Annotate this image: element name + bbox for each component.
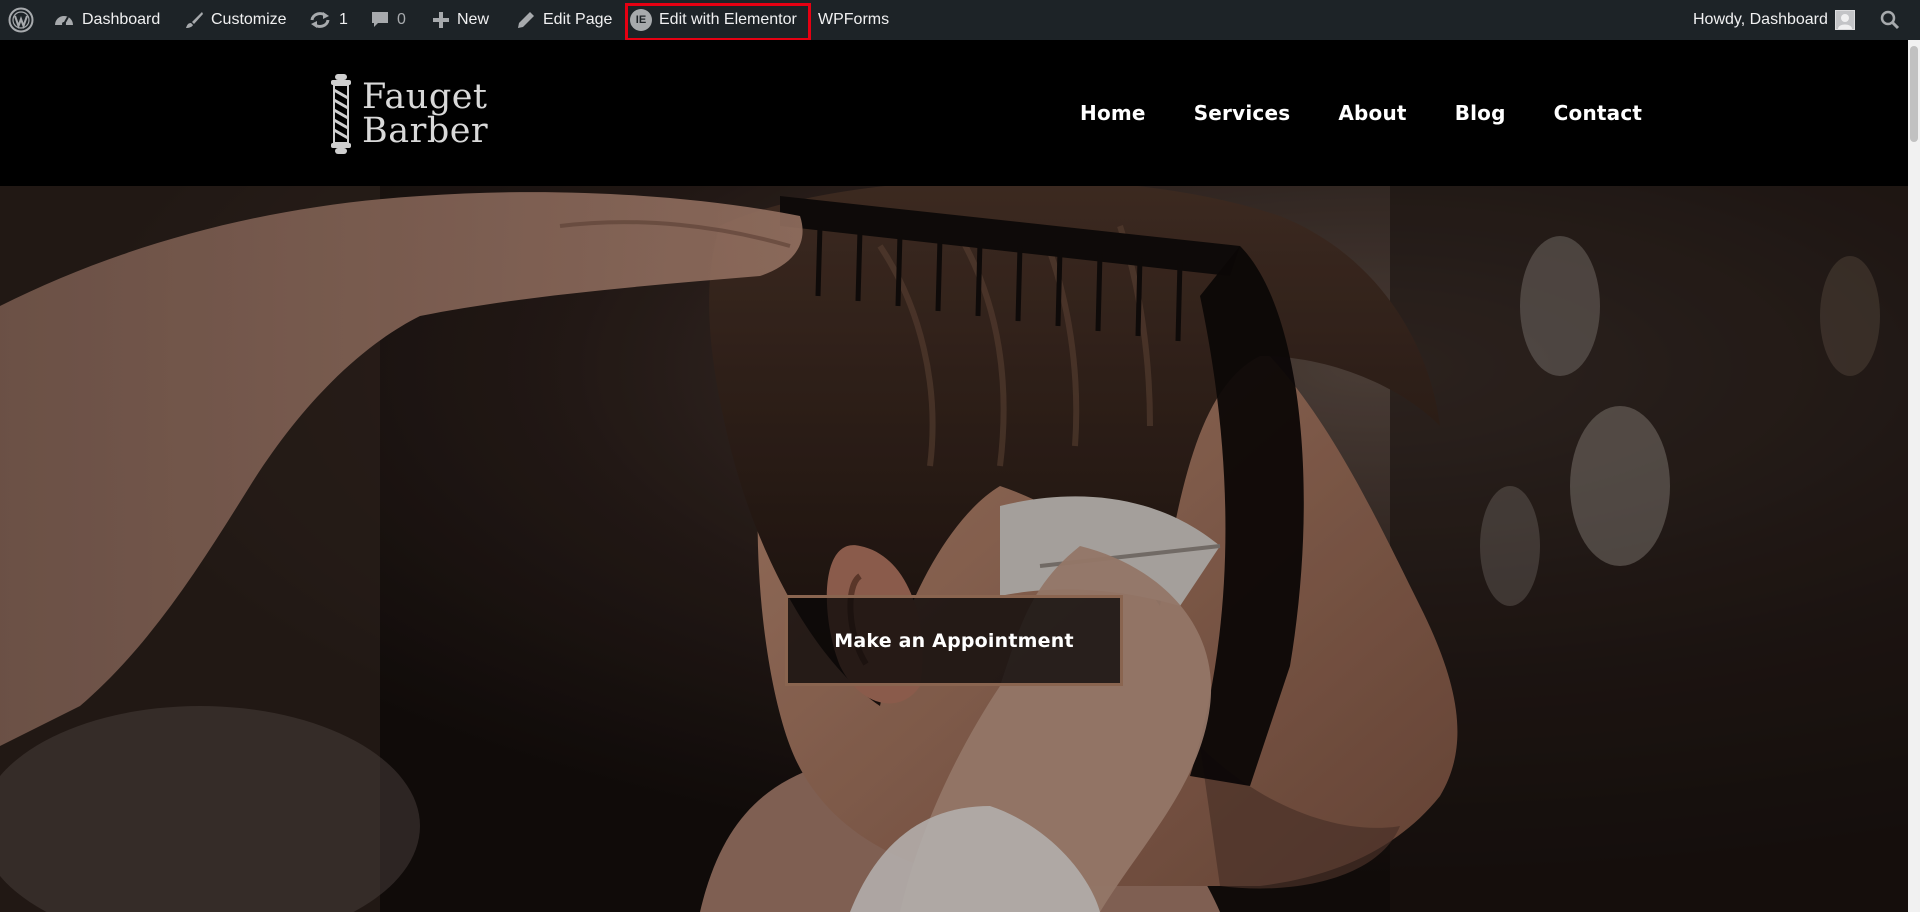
edit-page-label: Edit Page xyxy=(543,11,613,28)
nav-blog[interactable]: Blog xyxy=(1455,101,1506,125)
search-icon xyxy=(1880,10,1900,30)
hero-dark-overlay xyxy=(0,186,1908,912)
comments-link[interactable]: 0 xyxy=(370,0,406,40)
updates-count: 1 xyxy=(339,11,348,28)
nav-services[interactable]: Services xyxy=(1194,101,1291,125)
page-scrollbar[interactable] xyxy=(1908,40,1920,912)
scrollbar-thumb[interactable] xyxy=(1910,46,1918,142)
nav-about[interactable]: About xyxy=(1338,101,1406,125)
dashboard-label: Dashboard xyxy=(82,11,161,28)
updates-link[interactable]: 1 xyxy=(308,0,348,40)
new-content-link[interactable]: New xyxy=(432,0,489,40)
customize-link[interactable]: Customize xyxy=(184,0,287,40)
wpforms-label: WPForms xyxy=(818,11,890,28)
logo-wordmark: Fauget Barber xyxy=(362,77,489,151)
dashboard-gauge-icon xyxy=(53,10,75,30)
site-header: Fauget Barber Home Services About Blog C… xyxy=(0,40,1908,186)
comment-icon xyxy=(370,10,390,30)
nav-home[interactable]: Home xyxy=(1080,101,1146,125)
hero-section: Make an Appointment xyxy=(0,186,1908,912)
new-label: New xyxy=(457,11,490,28)
avatar-icon xyxy=(1834,10,1855,30)
brush-icon xyxy=(184,10,204,30)
logo-line-1: Fauget xyxy=(362,77,488,117)
admin-bar: Dashboard Customize 1 0 New Edit Page IE… xyxy=(0,0,1920,41)
nav-contact[interactable]: Contact xyxy=(1554,101,1643,125)
site-logo[interactable]: Fauget Barber xyxy=(326,72,488,156)
my-account-link[interactable]: Howdy, Dashboard xyxy=(1693,0,1855,40)
wordpress-logo-icon xyxy=(8,7,34,33)
howdy-label: Howdy, Dashboard xyxy=(1693,11,1828,28)
dashboard-link[interactable]: Dashboard xyxy=(53,0,160,40)
customize-label: Customize xyxy=(211,11,287,28)
admin-search-button[interactable] xyxy=(1880,0,1900,40)
pencil-icon xyxy=(516,10,536,30)
plus-icon xyxy=(432,11,450,29)
updates-icon xyxy=(308,10,332,30)
edit-page-link[interactable]: Edit Page xyxy=(516,0,612,40)
wpforms-link[interactable]: WPForms xyxy=(818,0,889,40)
main-nav: Home Services About Blog Contact xyxy=(1080,40,1642,186)
make-appointment-button[interactable]: Make an Appointment xyxy=(785,595,1123,686)
logo-line-2: Barber xyxy=(362,111,489,151)
wp-logo-menu[interactable] xyxy=(8,0,34,40)
barber-pole-icon xyxy=(331,74,351,154)
elementor-highlight-box xyxy=(625,3,811,41)
comments-count: 0 xyxy=(397,11,406,28)
